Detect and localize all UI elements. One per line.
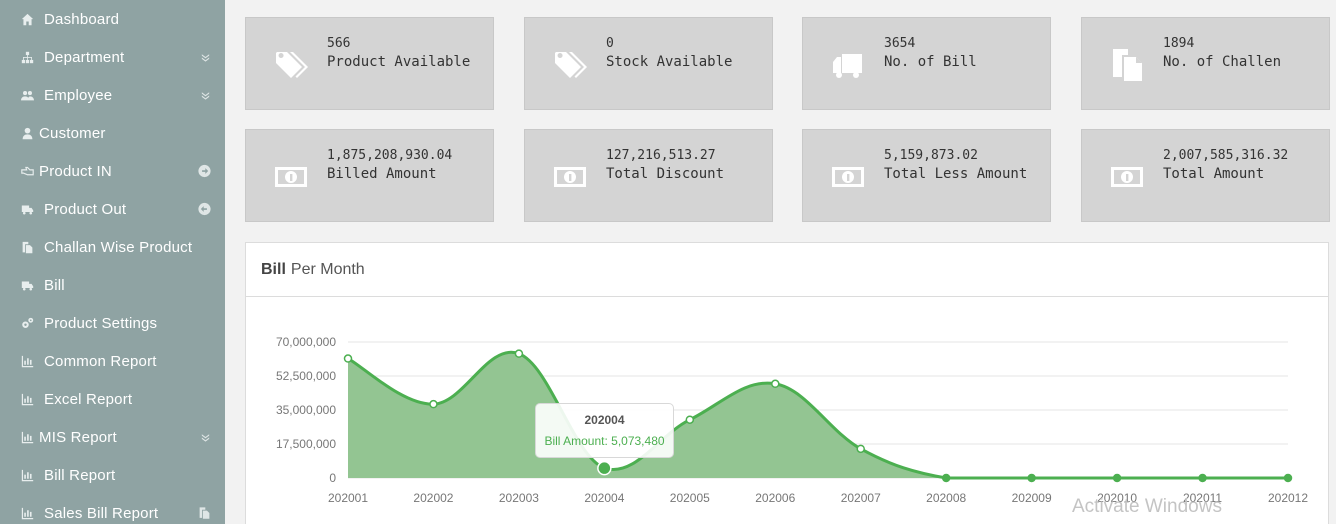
data-point bbox=[1198, 473, 1207, 483]
x-tick-label: 202001 bbox=[328, 491, 368, 505]
data-point bbox=[597, 460, 612, 476]
x-tick-label: 202012 bbox=[1268, 491, 1308, 505]
x-tick-label: 202005 bbox=[670, 491, 710, 505]
x-tick-label: 202002 bbox=[413, 491, 453, 505]
data-point bbox=[1283, 473, 1293, 483]
chart-tooltip: 202004 Bill Amount: 5,073,480 bbox=[535, 403, 674, 458]
data-point bbox=[514, 349, 524, 358]
x-tick-label: 202009 bbox=[1012, 491, 1052, 505]
x-tick-label: 202008 bbox=[926, 491, 966, 505]
tooltip-title: 202004 bbox=[584, 413, 625, 427]
x-tick-label: 202006 bbox=[755, 491, 795, 505]
y-tick-label: 0 bbox=[329, 471, 336, 485]
data-point bbox=[771, 379, 780, 389]
tooltip-body: Bill Amount: 5,073,480 bbox=[544, 434, 665, 448]
data-point bbox=[685, 415, 695, 424]
y-tick-label: 35,000,000 bbox=[276, 403, 336, 417]
x-tick-label: 202004 bbox=[584, 491, 624, 505]
data-point bbox=[856, 444, 865, 454]
data-point bbox=[1027, 473, 1036, 483]
data-point bbox=[429, 399, 438, 409]
y-tick-label: 52,500,000 bbox=[276, 369, 336, 383]
x-tick-label: 202007 bbox=[841, 491, 881, 505]
data-point bbox=[343, 354, 353, 363]
series-area bbox=[348, 352, 1288, 478]
x-tick-label: 202003 bbox=[499, 491, 539, 505]
y-tick-label: 17,500,000 bbox=[276, 437, 336, 451]
data-point bbox=[1112, 473, 1122, 483]
data-point bbox=[941, 473, 951, 483]
y-tick-label: 70,000,000 bbox=[276, 335, 336, 349]
activate-windows-watermark: Activate Windows bbox=[1072, 496, 1222, 517]
